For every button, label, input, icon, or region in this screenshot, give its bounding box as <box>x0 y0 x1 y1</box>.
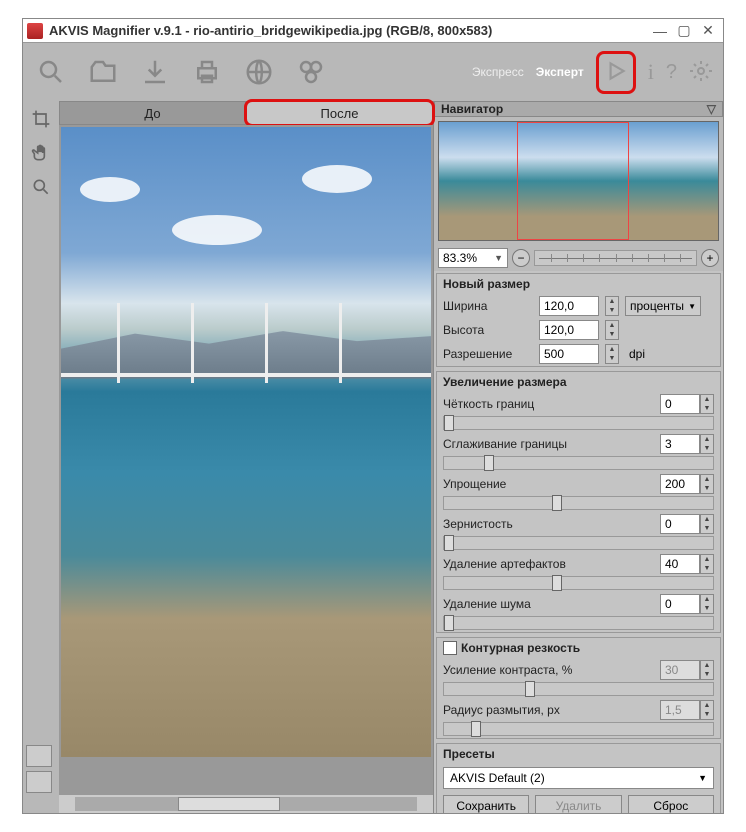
reset-preset-button[interactable]: Сброс <box>628 795 714 813</box>
presets-section: Пресеты AKVIS Default (2)▼ Сохранить Уда… <box>436 743 721 813</box>
share-icon[interactable] <box>237 50 281 94</box>
window-title: AKVIS Magnifier v.9.1 - rio-antirio_brid… <box>49 23 647 38</box>
zoom-in-icon[interactable]: + <box>701 249 719 267</box>
height-spinner[interactable]: ▲▼ <box>605 320 619 340</box>
navigator-thumbnail[interactable] <box>438 121 719 241</box>
collapse-icon[interactable]: ▽ <box>707 102 716 116</box>
app-window: AKVIS Magnifier v.9.1 - rio-antirio_brid… <box>22 18 724 814</box>
unsharp-section: Контурная резкость Усиление контраста, %… <box>436 637 721 739</box>
settings-icon[interactable] <box>689 59 713 86</box>
maximize-button[interactable]: ▢ <box>673 22 695 40</box>
artif-input[interactable]: 40 <box>660 554 700 574</box>
navigator-viewport[interactable] <box>517 122 629 240</box>
save-preset-button[interactable]: Сохранить <box>443 795 529 813</box>
simpl-input[interactable]: 200 <box>660 474 700 494</box>
unit-select[interactable]: проценты▼ <box>625 296 701 316</box>
navigator-panel <box>434 117 723 245</box>
zoom-out-icon[interactable]: − <box>512 249 530 267</box>
upscale-section: Увеличение размера Чёткость границ0▲▼ Сг… <box>436 371 721 633</box>
resolution-spinner[interactable]: ▲▼ <box>605 344 619 364</box>
run-button[interactable] <box>596 51 636 94</box>
preview-image <box>61 127 431 757</box>
noise-input[interactable]: 0 <box>660 594 700 614</box>
sharp-slider[interactable] <box>443 416 714 430</box>
contrast-input: 30 <box>660 660 700 680</box>
width-input[interactable]: 120,0 <box>539 296 599 316</box>
horizontal-scrollbar[interactable] <box>59 795 433 813</box>
mode-switch: Экспресс Эксперт i ? <box>472 51 717 94</box>
radius-input: 1,5 <box>660 700 700 720</box>
batch-icon[interactable] <box>289 50 333 94</box>
width-spinner[interactable]: ▲▼ <box>605 296 619 316</box>
zoom-tool-icon[interactable] <box>29 50 73 94</box>
right-panel: Навигатор ▽ 83.3%▼ − + Новый размер Шири <box>433 101 723 813</box>
unsharp-checkbox[interactable] <box>443 641 457 655</box>
grain-input[interactable]: 0 <box>660 514 700 534</box>
info-icon[interactable]: i <box>648 59 654 85</box>
magnify-tool-icon[interactable] <box>27 173 55 201</box>
main-view: До После <box>59 101 433 813</box>
bottom-left-buttons <box>26 745 56 793</box>
print-icon[interactable] <box>185 50 229 94</box>
help-icon[interactable]: ? <box>666 61 677 84</box>
smooth-input[interactable]: 3 <box>660 434 700 454</box>
image-canvas[interactable] <box>59 125 433 795</box>
mode-expert[interactable]: Эксперт <box>536 65 584 79</box>
artif-slider[interactable] <box>443 576 714 590</box>
main-toolbar: Экспресс Эксперт i ? <box>23 43 723 101</box>
zoom-select[interactable]: 83.3%▼ <box>438 248 508 268</box>
tab-before[interactable]: До <box>59 101 246 125</box>
new-size-section: Новый размер Ширина 120,0 ▲▼ проценты▼ В… <box>436 273 721 367</box>
title-bar: AKVIS Magnifier v.9.1 - rio-antirio_brid… <box>23 19 723 43</box>
crop-tool-icon[interactable] <box>27 105 55 133</box>
tab-after[interactable]: После <box>246 101 433 125</box>
height-input[interactable]: 120,0 <box>539 320 599 340</box>
compare-mode-2[interactable] <box>26 771 52 793</box>
content-area: До После Навигатор <box>23 101 723 813</box>
delete-preset-button: Удалить <box>535 795 621 813</box>
view-tabs: До После <box>59 101 433 125</box>
simpl-slider[interactable] <box>443 496 714 510</box>
side-toolbar <box>23 101 59 813</box>
compare-mode-1[interactable] <box>26 745 52 767</box>
zoom-controls: 83.3%▼ − + <box>434 245 723 271</box>
minimize-button[interactable]: — <box>649 22 671 40</box>
grain-slider[interactable] <box>443 536 714 550</box>
app-icon <box>27 23 43 39</box>
sharp-input[interactable]: 0 <box>660 394 700 414</box>
close-button[interactable]: ✕ <box>697 22 719 40</box>
zoom-slider[interactable] <box>534 250 697 266</box>
resolution-input[interactable]: 500 <box>539 344 599 364</box>
noise-slider[interactable] <box>443 616 714 630</box>
open-icon[interactable] <box>81 50 125 94</box>
smooth-slider[interactable] <box>443 456 714 470</box>
save-icon[interactable] <box>133 50 177 94</box>
preset-select[interactable]: AKVIS Default (2)▼ <box>443 767 714 789</box>
navigator-header: Навигатор ▽ <box>434 101 723 117</box>
mode-express[interactable]: Экспресс <box>472 65 524 79</box>
hand-tool-icon[interactable] <box>27 139 55 167</box>
